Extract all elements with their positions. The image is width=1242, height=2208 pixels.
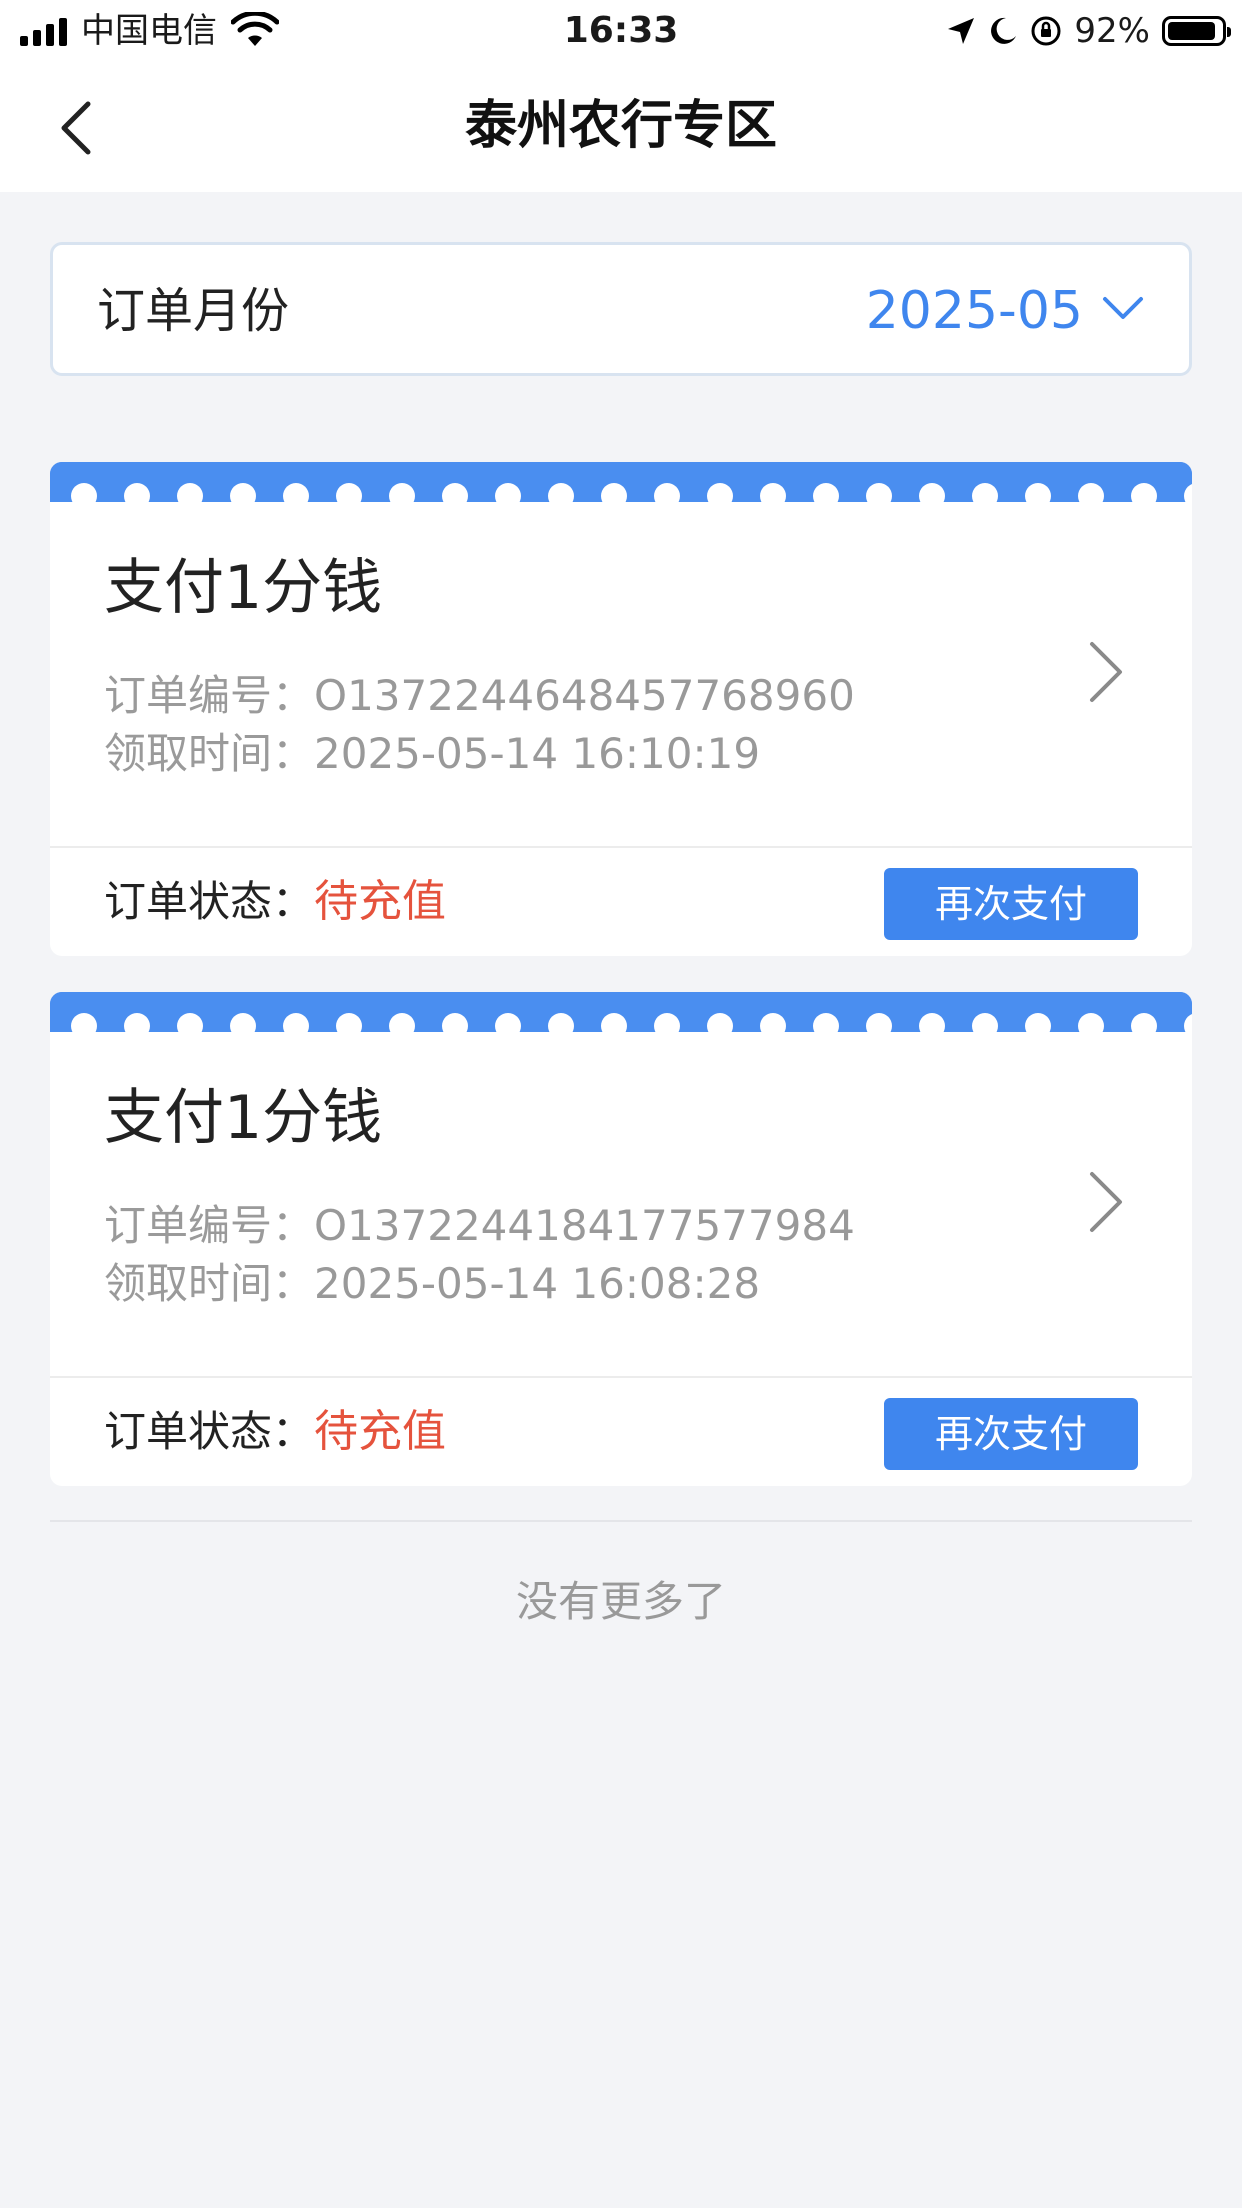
claim-time-line: 领取时间：2025-05-14 16:08:28 [104, 1258, 760, 1310]
order-status-line: 订单状态：待充值 [104, 1406, 446, 1458]
battery-icon [1162, 16, 1231, 46]
list-end-divider [50, 1520, 1192, 1522]
pay-again-button[interactable]: 再次支付 [884, 1398, 1138, 1470]
claim-time-label: 领取时间： [104, 729, 315, 778]
order-status-value: 待充值 [314, 1406, 447, 1457]
order-number-value: O1372244648457768960 [314, 671, 855, 720]
order-number-line: 订单编号：O1372244648457768960 [104, 670, 855, 722]
ticket-edge-decoration [50, 992, 1192, 1032]
order-card-footer: 订单状态：待充值 再次支付 [50, 848, 1192, 956]
order-month-picker[interactable]: 订单月份 2025-05 [50, 242, 1192, 376]
status-bar-right: 92% [946, 11, 1231, 51]
chevron-down-icon[interactable] [1101, 293, 1145, 325]
order-title: 支付1分钱 [104, 1083, 383, 1153]
order-status-label: 订单状态： [104, 877, 315, 926]
claim-time-value: 2025-05-14 16:08:28 [314, 1259, 761, 1308]
no-more-text: 没有更多了 [515, 1577, 726, 1626]
claim-time-label: 领取时间： [104, 1259, 315, 1308]
chevron-right-icon[interactable] [1086, 1170, 1126, 1234]
pay-again-button[interactable]: 再次支付 [884, 868, 1138, 940]
order-card: 支付1分钱 订单编号：O1372244648457768960 领取时间：202… [50, 462, 1192, 956]
order-title: 支付1分钱 [104, 553, 383, 623]
order-card-body[interactable]: 支付1分钱 订单编号：O1372244648457768960 领取时间：202… [50, 502, 1192, 846]
battery-percent: 92% [1074, 11, 1150, 51]
order-month-label: 订单月份 [97, 283, 290, 339]
order-status-line: 订单状态：待充值 [104, 876, 446, 928]
order-number-label: 订单编号： [104, 1201, 315, 1250]
status-bar: 中国电信 16:33 92% [0, 0, 1242, 62]
rotation-lock-icon [1031, 16, 1061, 46]
order-number-label: 订单编号： [104, 671, 315, 720]
order-status-value: 待充值 [314, 876, 447, 927]
location-icon [948, 18, 975, 44]
order-card-footer: 订单状态：待充值 再次支付 [50, 1378, 1192, 1486]
order-status-label: 订单状态： [104, 1407, 315, 1456]
order-card-body[interactable]: 支付1分钱 订单编号：O1372244184177577984 领取时间：202… [50, 1032, 1192, 1376]
claim-time-line: 领取时间：2025-05-14 16:10:19 [104, 728, 760, 780]
order-card: 支付1分钱 订单编号：O1372244184177577984 领取时间：202… [50, 992, 1192, 1486]
chevron-right-icon[interactable] [1086, 640, 1126, 704]
order-month-value[interactable]: 2025-05 [866, 283, 1083, 339]
claim-time-value: 2025-05-14 16:10:19 [314, 729, 761, 778]
order-number-line: 订单编号：O1372244184177577984 [104, 1200, 855, 1252]
order-number-value: O1372244184177577984 [314, 1201, 855, 1250]
ticket-edge-decoration [50, 462, 1192, 502]
nav-bar: 泰州农行专区 [0, 62, 1242, 192]
page-title: 泰州农行专区 [464, 96, 777, 156]
moon-icon [991, 17, 1017, 44]
